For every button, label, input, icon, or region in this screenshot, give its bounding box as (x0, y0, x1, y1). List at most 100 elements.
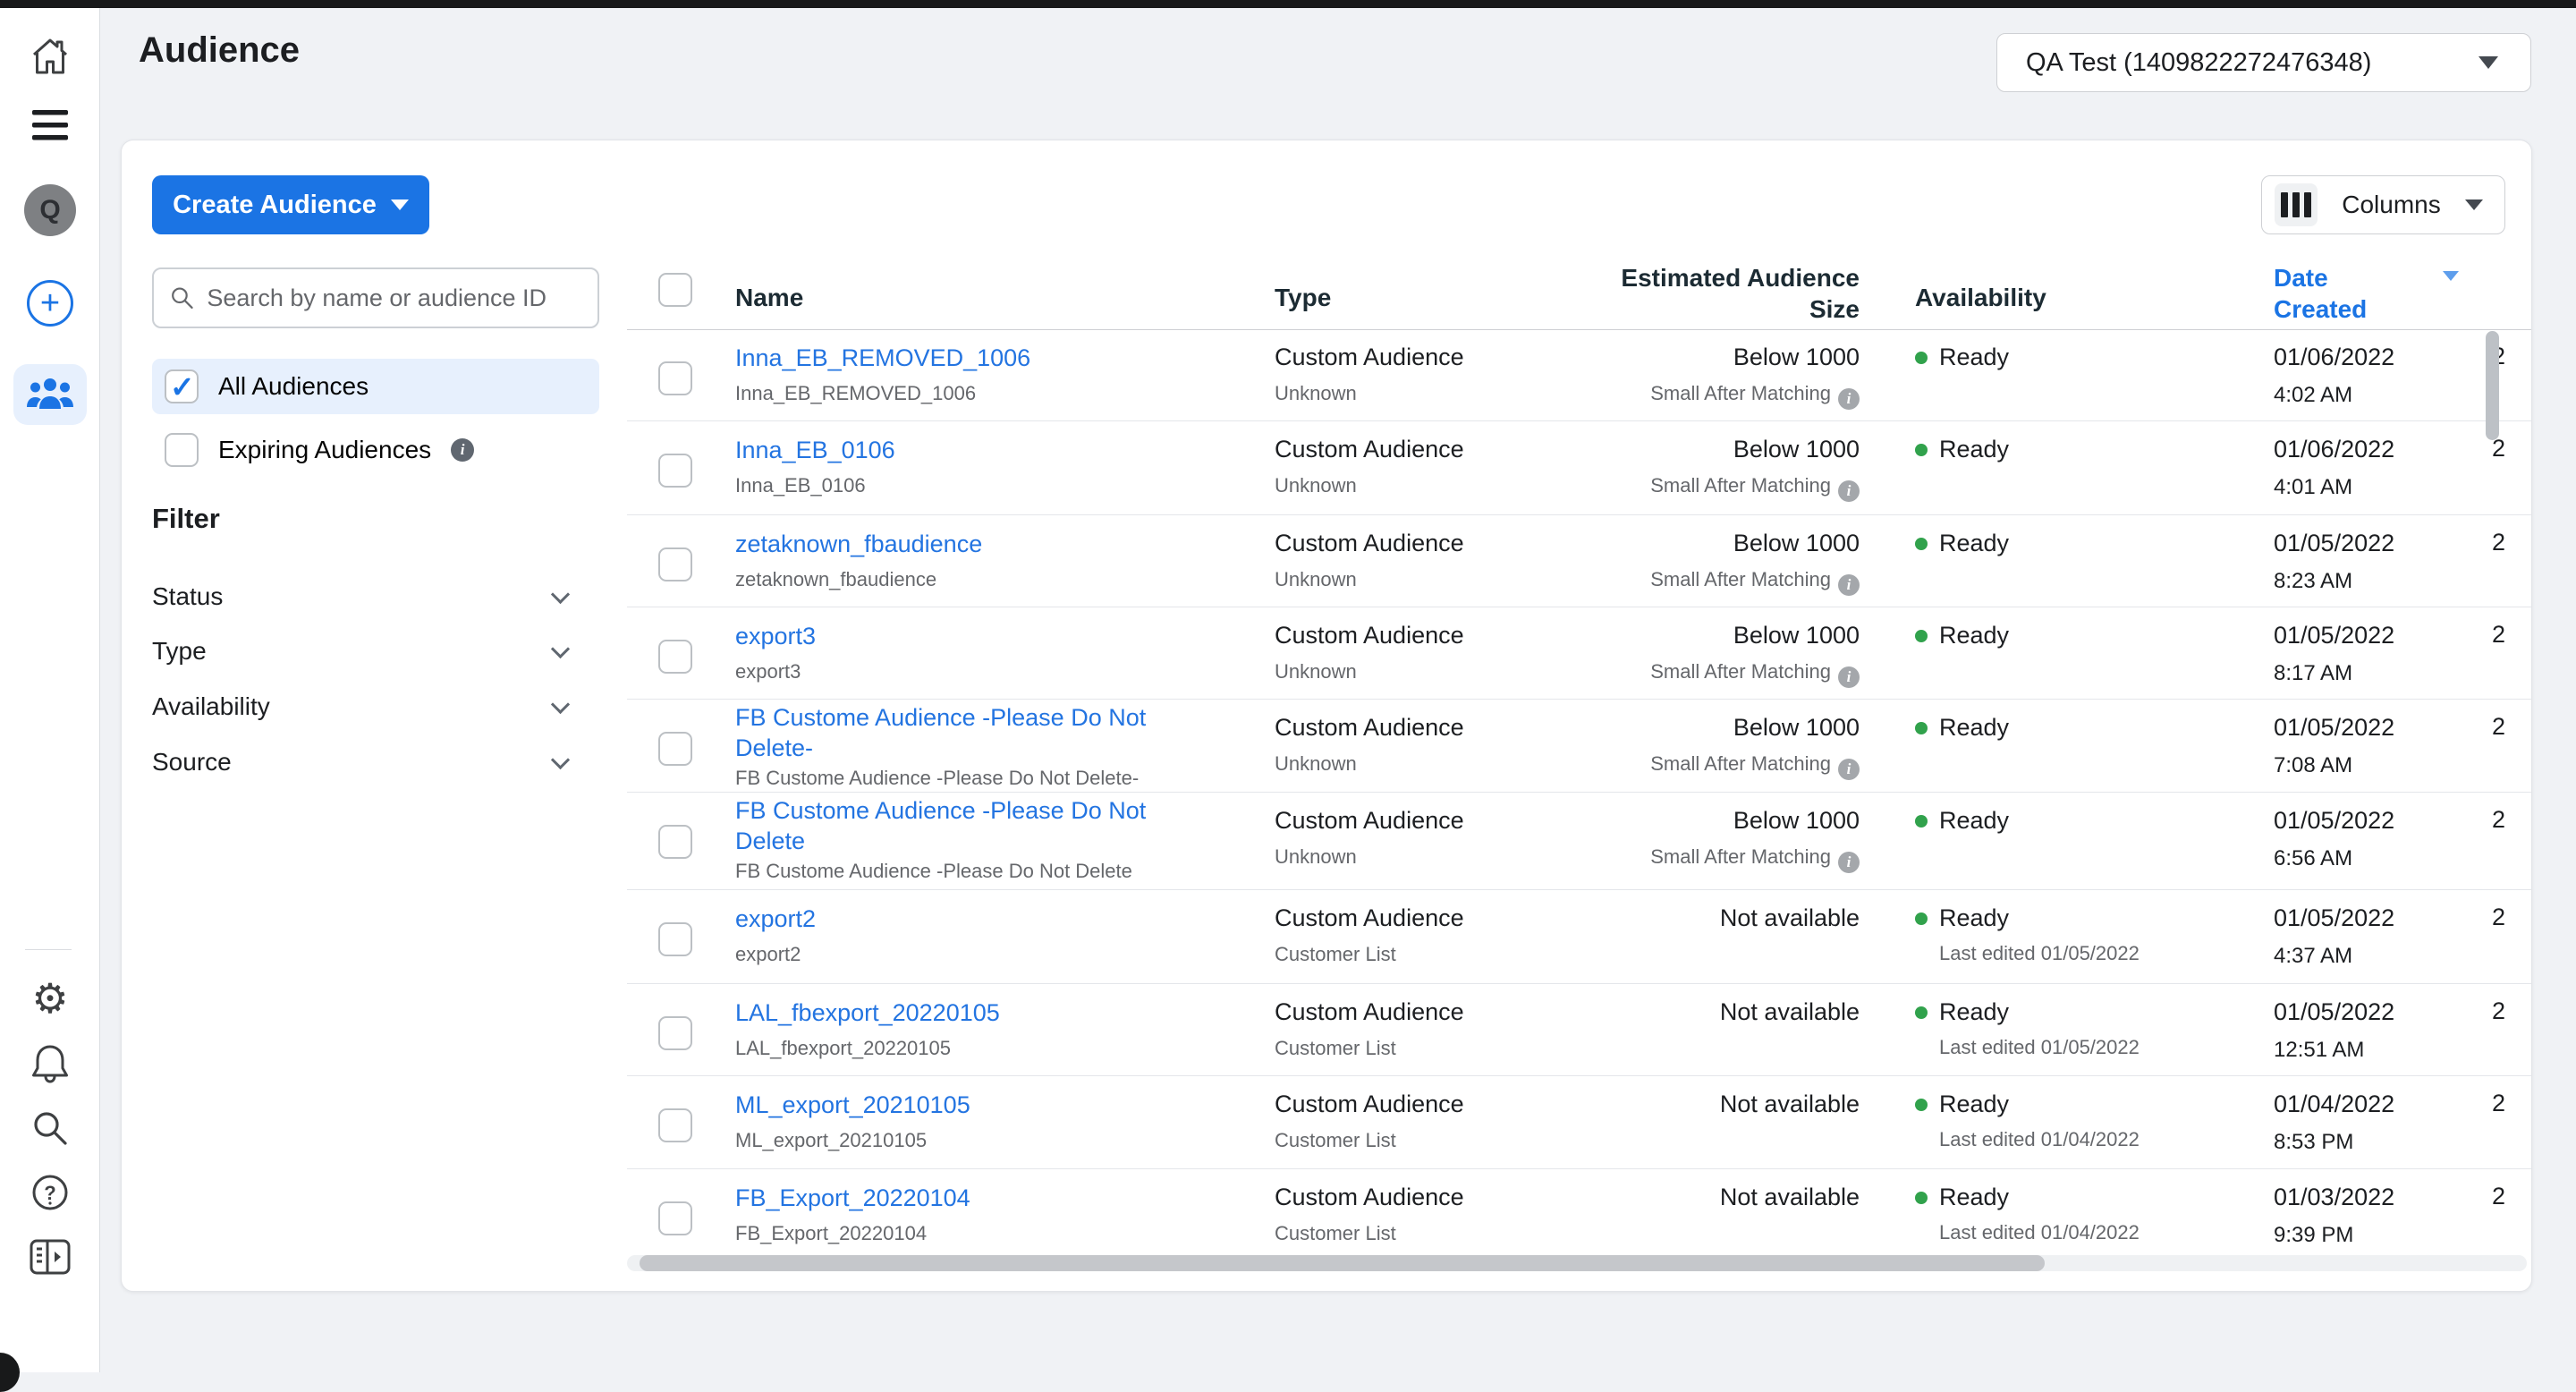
date-created-cell: 01/04/2022 8:53 PM (2274, 1090, 2394, 1155)
search-icon[interactable] (0, 1107, 100, 1150)
name-cell: FB_Export_20220104 FB_Export_20220104 (735, 1183, 1200, 1245)
date-created-cell: 01/06/2022 4:01 AM (2274, 435, 2394, 500)
row-checkbox[interactable] (658, 361, 692, 395)
row-checkbox[interactable] (658, 922, 692, 956)
availability-cell: Ready Last edited 01/05/2022 (1915, 997, 2140, 1059)
size-cell: Below 1000 Small After Matchingi (1591, 713, 1860, 780)
availability-status: Ready (1939, 1091, 2009, 1117)
type-cell: Custom Audience Unknown (1275, 529, 1464, 591)
audience-name-link[interactable]: zetaknown_fbaudience (735, 529, 1200, 559)
ready-status-dot (1915, 1192, 1928, 1204)
audience-name-link[interactable]: export3 (735, 621, 1200, 651)
date-created-cell: 01/05/2022 8:17 AM (2274, 621, 2394, 686)
info-icon[interactable]: i (1838, 759, 1860, 780)
horizontal-scrollbar-thumb[interactable] (640, 1255, 2045, 1271)
vertical-scrollbar[interactable] (2486, 331, 2499, 440)
clipped-next-column-value: 2 (2492, 806, 2505, 834)
help-icon[interactable]: ? (0, 1171, 100, 1214)
date-created: 01/05/2022 (2274, 713, 2394, 743)
size-cell: Not available i (1591, 1090, 1860, 1119)
row-checkbox[interactable] (658, 1108, 692, 1142)
audience-name-link[interactable]: ML_export_20210105 (735, 1090, 1200, 1120)
audience-name-link[interactable]: LAL_fbexport_20220105 (735, 997, 1200, 1028)
row-checkbox[interactable] (658, 454, 692, 488)
audience-type-detail: Customer List (1275, 1036, 1464, 1060)
estimated-size: Below 1000 (1591, 806, 1860, 836)
ready-status-dot (1915, 912, 1928, 925)
clipped-next-column-value: 2 (2492, 621, 2505, 649)
table-row: FB Custome Audience -Please Do Not Delet… (627, 793, 2531, 890)
info-icon[interactable]: i (1838, 480, 1860, 502)
ready-status-dot (1915, 1006, 1928, 1019)
row-checkbox[interactable] (658, 1016, 692, 1050)
estimated-size: Not available (1591, 1090, 1860, 1119)
table-row: Inna_EB_REMOVED_1006 Inna_EB_REMOVED_100… (627, 329, 2531, 421)
ready-status-dot (1915, 538, 1928, 550)
size-note: Small After Matchingi (1591, 473, 1860, 502)
plus-circle-icon[interactable]: + (0, 278, 100, 328)
collapse-panel-icon[interactable] (0, 1235, 100, 1278)
ready-status-dot (1915, 630, 1928, 642)
availability-note: Last edited 01/05/2022 (1939, 1035, 2140, 1059)
availability-cell: Ready Last edited 01/04/2022 (1915, 1090, 2140, 1151)
type-cell: Custom Audience Customer List (1275, 1183, 1464, 1245)
audience-subtitle: export3 (735, 659, 1200, 683)
table-row: zetaknown_fbaudience zetaknown_fbaudienc… (627, 515, 2531, 607)
availability-status: Ready (1939, 622, 2009, 649)
availability-cell: Ready (1915, 806, 2009, 836)
name-cell: export2 export2 (735, 904, 1200, 966)
account-selector[interactable]: QA Test (1409822272476348) (1996, 33, 2531, 92)
info-icon[interactable]: i (1838, 852, 1860, 873)
availability-cell: Ready Last edited 01/05/2022 (1915, 904, 2140, 965)
audience-name-link[interactable]: export2 (735, 904, 1200, 934)
audience-subtitle: Inna_EB_0106 (735, 473, 1200, 497)
info-icon[interactable]: i (1838, 388, 1860, 410)
audience-name-link[interactable]: Inna_EB_0106 (735, 435, 1200, 465)
date-created-cell: 01/05/2022 4:37 AM (2274, 904, 2394, 969)
name-cell: ML_export_20210105 ML_export_20210105 (735, 1090, 1200, 1152)
size-cell: Not available i (1591, 997, 1860, 1027)
date-created-cell: 01/05/2022 7:08 AM (2274, 713, 2394, 778)
estimated-size: Not available (1591, 1183, 1860, 1212)
size-note: Small After Matchingi (1591, 845, 1860, 873)
audience-type-detail: Unknown (1275, 567, 1464, 591)
menu-icon[interactable] (0, 103, 100, 148)
horizontal-scrollbar-track[interactable] (627, 1255, 2527, 1271)
size-cell: Below 1000 Small After Matchingi (1591, 529, 1860, 596)
ready-status-dot (1915, 444, 1928, 456)
home-icon[interactable] (0, 30, 100, 83)
clipped-next-column-value: 2 (2492, 1183, 2505, 1210)
audience-type-detail: Unknown (1275, 659, 1464, 683)
row-checkbox[interactable] (658, 1201, 692, 1235)
sidebar-divider (25, 949, 72, 950)
audience-name-link[interactable]: FB Custome Audience -Please Do Not Delet… (735, 702, 1200, 763)
row-checkbox[interactable] (658, 732, 692, 766)
estimated-size: Below 1000 (1591, 621, 1860, 650)
audience-name-link[interactable]: Inna_EB_REMOVED_1006 (735, 343, 1200, 373)
audience-name-link[interactable]: FB Custome Audience -Please Do Not Delet… (735, 795, 1200, 856)
info-icon[interactable]: i (1838, 666, 1860, 688)
availability-status: Ready (1939, 998, 2009, 1025)
svg-text:?: ? (44, 1182, 55, 1204)
info-icon[interactable]: i (1838, 574, 1860, 596)
row-checkbox[interactable] (658, 640, 692, 674)
date-created: 01/06/2022 (2274, 435, 2394, 464)
audience-type: Custom Audience (1275, 529, 1464, 558)
availability-note: Last edited 01/04/2022 (1939, 1220, 2140, 1244)
row-checkbox[interactable] (658, 547, 692, 581)
size-note: Small After Matchingi (1591, 567, 1860, 596)
avatar[interactable]: Q (0, 183, 100, 237)
estimated-size: Not available (1591, 904, 1860, 933)
time-created: 9:39 PM (2274, 1223, 2394, 1248)
audiences-card: Create Audience Columns All Audiences Ex… (121, 140, 2532, 1292)
availability-note: Last edited 01/04/2022 (1939, 1127, 2140, 1151)
page-title: Audience (139, 30, 300, 71)
type-cell: Custom Audience Unknown (1275, 621, 1464, 683)
toast-corner (0, 1353, 20, 1392)
audience-name-link[interactable]: FB_Export_20220104 (735, 1183, 1200, 1213)
audiences-icon[interactable] (0, 363, 100, 426)
audience-subtitle: LAL_fbexport_20220105 (735, 1036, 1200, 1060)
notifications-icon[interactable] (0, 1042, 100, 1085)
row-checkbox[interactable] (658, 825, 692, 859)
settings-icon[interactable]: ⚙ (0, 976, 100, 1021)
